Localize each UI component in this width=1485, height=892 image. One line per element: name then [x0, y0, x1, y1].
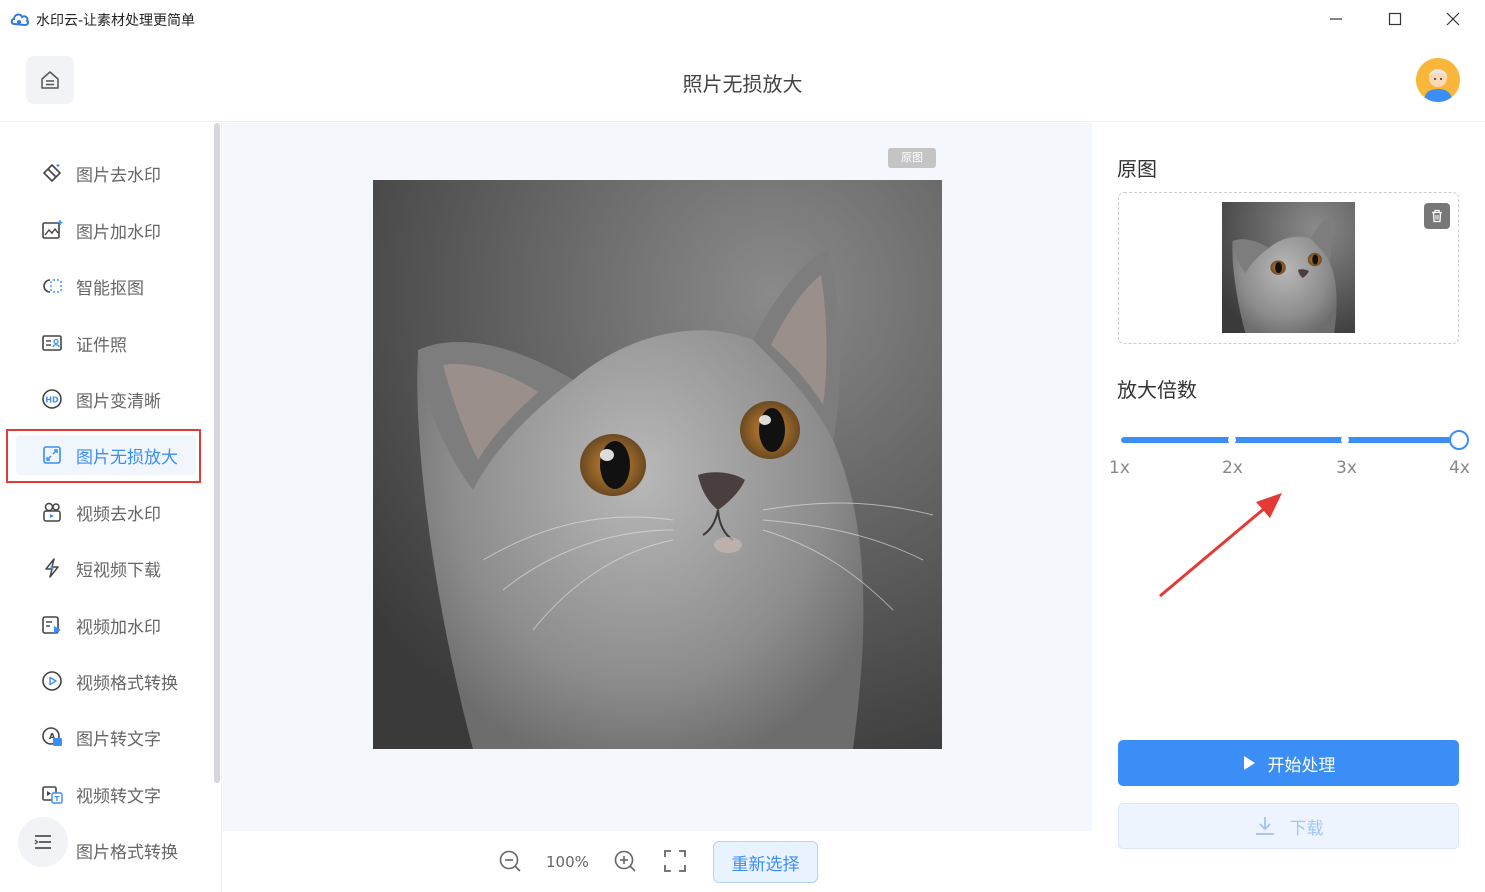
video-add-icon: [40, 613, 64, 637]
sidebar-item-smart-cutout[interactable]: 智能抠图: [40, 266, 200, 306]
scale-heading: 放大倍数: [1117, 378, 1197, 402]
fullscreen-icon: [664, 850, 686, 872]
play-circle-icon: [40, 669, 64, 693]
sidebar-item-label: 图片加水印: [76, 222, 161, 243]
preview-image: [373, 180, 942, 749]
image-text-icon: A: [40, 725, 64, 749]
scale-tick-4x[interactable]: 4x: [1449, 458, 1470, 478]
page-title: 照片无损放大: [682, 72, 803, 96]
svg-text:T: T: [55, 795, 60, 803]
avatar[interactable]: [1416, 58, 1460, 102]
svg-text:HD: HD: [45, 396, 59, 405]
original-thumbnail: [1222, 202, 1355, 333]
scale-slider-track[interactable]: [1121, 437, 1459, 443]
sidebar-item-short-video-download[interactable]: 短视频下载: [40, 548, 200, 588]
video-eraser-icon: [40, 500, 64, 524]
minimize-button[interactable]: [1316, 4, 1356, 34]
short-video-icon: [40, 556, 64, 580]
header: 照片无损放大: [0, 38, 1485, 122]
zoom-out-icon: [499, 850, 521, 872]
close-button[interactable]: [1433, 4, 1473, 34]
scale-tick-1x[interactable]: 1x: [1109, 458, 1130, 478]
sidebar-item-label: 图片变清晰: [76, 391, 161, 412]
sidebar-item-label: 图片转文字: [76, 729, 161, 750]
scale-tick-3x[interactable]: 3x: [1336, 458, 1357, 478]
sidebar-item-label: 图片无损放大: [76, 447, 178, 468]
download-icon: [1255, 817, 1274, 835]
play-icon: [1243, 756, 1255, 770]
sidebar-item-image-to-text[interactable]: A 图片转文字: [40, 717, 200, 757]
preview-canvas: 原图: [223, 123, 1092, 831]
maximize-icon: [1388, 12, 1402, 26]
sidebar-item-label: 证件照: [76, 335, 127, 356]
trash-icon: [1432, 209, 1442, 223]
sidebar-item-enhance-clarity[interactable]: HD 图片变清晰: [40, 379, 200, 419]
menu-toggle-button[interactable]: [18, 817, 68, 867]
video-text-icon: T: [40, 782, 64, 806]
sidebar-item-lossless-enlarge[interactable]: 图片无损放大: [16, 435, 196, 475]
sidebar-item-remove-image-watermark[interactable]: 图片去水印: [40, 153, 200, 193]
zoom-level: 100%: [546, 853, 589, 871]
sidebar-item-id-photo[interactable]: 证件照: [40, 323, 200, 363]
fullscreen-button[interactable]: [663, 849, 687, 873]
eraser-diamond-icon: [40, 161, 64, 185]
sidebar-item-video-format-convert[interactable]: 视频格式转换: [40, 661, 200, 701]
zoom-out-button[interactable]: [498, 849, 522, 873]
sidebar: 图片去水印 图片加水印 智能抠图 证件照 HD 图片变清晰 图片无损放大 视频去…: [0, 123, 222, 892]
sidebar-item-label: 视频格式转换: [76, 673, 178, 694]
minimize-icon: [1330, 18, 1342, 20]
scale-slider-thumb[interactable]: [1449, 430, 1469, 450]
hd-icon: HD: [40, 387, 64, 411]
window-title: 水印云-让素材处理更简单: [36, 13, 196, 29]
sidebar-item-label: 视频去水印: [76, 504, 161, 525]
slider-stop-2x[interactable]: [1228, 436, 1236, 444]
sidebar-item-add-video-watermark[interactable]: 视频加水印: [40, 605, 200, 645]
original-heading: 原图: [1117, 157, 1157, 181]
id-card-icon: [40, 331, 64, 355]
original-thumbnail-box: [1118, 192, 1459, 344]
sidebar-item-label: 视频加水印: [76, 617, 161, 638]
image-sparkle-icon: [40, 218, 64, 242]
start-processing-label: 开始处理: [1267, 755, 1336, 776]
scale-tick-2x[interactable]: 2x: [1222, 458, 1243, 478]
cutout-icon: [40, 274, 64, 298]
maximize-button[interactable]: [1375, 4, 1415, 34]
sidebar-item-remove-video-watermark[interactable]: 视频去水印: [40, 492, 200, 532]
sidebar-item-add-image-watermark[interactable]: 图片加水印: [40, 210, 200, 250]
title-bar: 水印云-让素材处理更简单: [0, 0, 1485, 38]
cat-photo-icon: [373, 180, 942, 749]
sidebar-item-label: 图片去水印: [76, 165, 161, 186]
sidebar-item-video-to-text[interactable]: T 视频转文字: [40, 774, 200, 814]
reselect-button[interactable]: 重新选择: [713, 841, 818, 883]
user-avatar-icon: [1416, 58, 1460, 102]
start-processing-button[interactable]: 开始处理: [1118, 740, 1459, 786]
zoom-in-button[interactable]: [613, 849, 637, 873]
sidebar-item-label: 图片格式转换: [76, 842, 178, 863]
app-logo-icon: [10, 13, 30, 27]
delete-image-button[interactable]: [1424, 203, 1450, 229]
sidebar-item-label: 短视频下载: [76, 560, 161, 581]
zoom-in-icon: [614, 850, 636, 872]
annotation-arrow-icon: [1159, 493, 1282, 598]
original-tag: 原图: [888, 148, 936, 168]
expand-arrows-icon: [40, 443, 64, 467]
menu-icon: [34, 835, 51, 849]
download-label: 下载: [1289, 818, 1324, 839]
close-icon: [1446, 12, 1460, 26]
sidebar-scrollbar[interactable]: [214, 123, 220, 783]
sidebar-item-label: 视频转文字: [76, 786, 161, 807]
download-button[interactable]: 下载: [1118, 803, 1459, 849]
cat-thumbnail-icon: [1222, 202, 1355, 333]
sidebar-item-label: 智能抠图: [76, 278, 144, 299]
preview-toolbar: 100% 重新选择: [223, 831, 1092, 892]
slider-stop-3x[interactable]: [1341, 436, 1349, 444]
